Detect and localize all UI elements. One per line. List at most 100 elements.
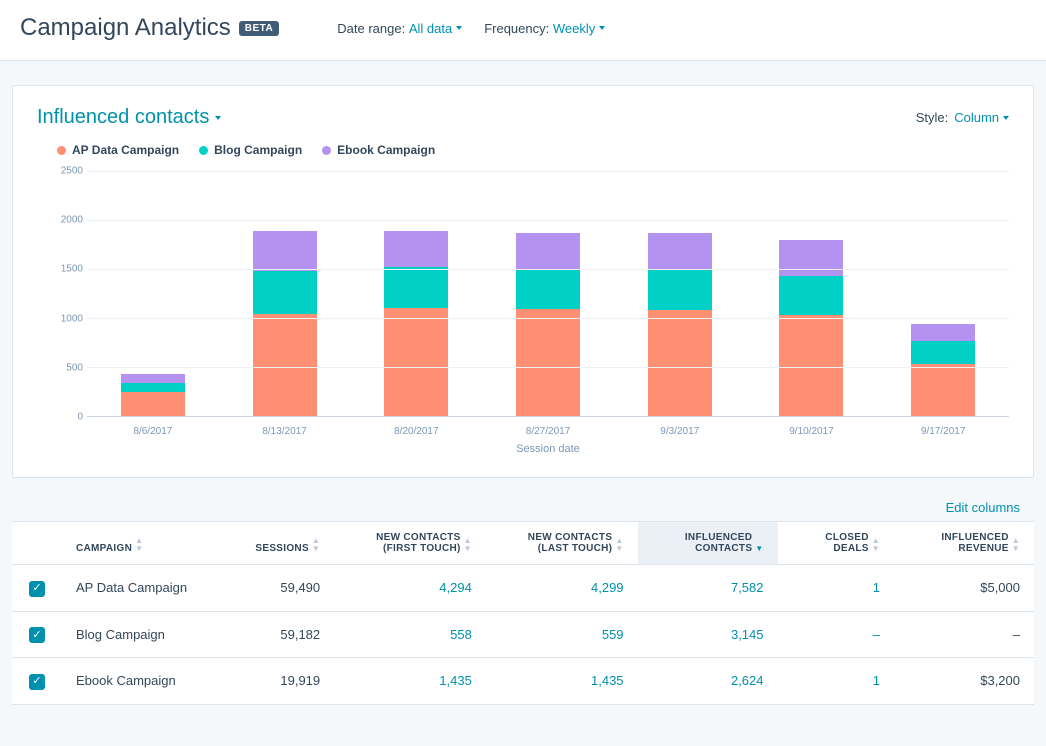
- frequency-control[interactable]: Frequency: Weekly: [484, 21, 605, 36]
- cell-new-contacts-last[interactable]: 4,299: [486, 565, 638, 612]
- date-range-control[interactable]: Date range: All data: [337, 21, 462, 36]
- table-row[interactable]: ✓Blog Campaign59,1825585593,145––: [12, 611, 1034, 658]
- cell-sessions: 59,490: [225, 565, 334, 612]
- bar-stack[interactable]: [121, 315, 185, 416]
- legend-item[interactable]: AP Data Campaign: [57, 143, 179, 157]
- row-checkbox-cell[interactable]: ✓: [12, 565, 62, 612]
- legend-item[interactable]: Ebook Campaign: [322, 143, 435, 157]
- bar-segment: [516, 269, 580, 310]
- date-range-label: Date range:: [337, 21, 405, 36]
- col-new-contacts-last[interactable]: NEW CONTACTS (LAST TOUCH)▲▼: [486, 522, 638, 565]
- cell-influenced-contacts[interactable]: 2,624: [638, 658, 778, 705]
- date-range-value[interactable]: All data: [409, 21, 462, 36]
- cell-campaign: Ebook Campaign: [62, 658, 225, 705]
- bar-segment: [253, 271, 317, 314]
- col-influenced-contacts[interactable]: INFLUENCED CONTACTS▼: [638, 522, 778, 565]
- bar-segment: [911, 324, 975, 341]
- bar-segment: [648, 233, 712, 269]
- table-row[interactable]: ✓AP Data Campaign59,4904,2944,2997,5821$…: [12, 565, 1034, 612]
- col-influenced-revenue[interactable]: INFLUENCED REVENUE▲▼: [894, 522, 1034, 565]
- cell-new-contacts-first[interactable]: 558: [334, 611, 486, 658]
- y-axis: 05001000150020002500: [47, 171, 87, 417]
- bar-segment: [779, 240, 843, 276]
- y-tick: 500: [47, 362, 87, 373]
- bar-segment: [911, 341, 975, 364]
- cell-new-contacts-last[interactable]: 559: [486, 611, 638, 658]
- cell-closed-deals[interactable]: –: [778, 611, 894, 658]
- edit-columns-link[interactable]: Edit columns: [946, 500, 1020, 515]
- bar-segment: [648, 269, 712, 310]
- chevron-down-icon: [1003, 116, 1009, 120]
- col-new-contacts-first[interactable]: NEW CONTACTS (FIRST TOUCH)▲▼: [334, 522, 486, 565]
- bar-segment: [779, 276, 843, 316]
- col-checkbox: [12, 522, 62, 565]
- row-checkbox-cell[interactable]: ✓: [12, 611, 62, 658]
- page-title-text: Campaign Analytics: [20, 14, 231, 42]
- page-header: Campaign Analytics BETA Date range: All …: [0, 0, 1046, 61]
- bar-segment: [779, 315, 843, 416]
- chart-title-dropdown[interactable]: Influenced contacts: [37, 106, 221, 129]
- checkbox-checked-icon[interactable]: ✓: [29, 674, 45, 690]
- cell-influenced-contacts[interactable]: 3,145: [638, 611, 778, 658]
- cell-new-contacts-first[interactable]: 1,435: [334, 658, 486, 705]
- x-tick: 8/13/2017: [219, 426, 351, 437]
- table-row[interactable]: ✓Ebook Campaign19,9191,4351,4352,6241$3,…: [12, 658, 1034, 705]
- checkbox-checked-icon[interactable]: ✓: [29, 627, 45, 643]
- sort-icon: ▲▼: [1012, 537, 1020, 553]
- cell-influenced-revenue: $3,200: [894, 658, 1034, 705]
- bar-stack[interactable]: [779, 208, 843, 416]
- col-campaign[interactable]: CAMPAIGN▲▼: [62, 522, 225, 565]
- x-tick: 9/3/2017: [614, 426, 746, 437]
- cell-closed-deals[interactable]: 1: [778, 658, 894, 705]
- bar-segment: [121, 392, 185, 416]
- grid-line: [87, 269, 1009, 270]
- bar-stack[interactable]: [911, 266, 975, 416]
- style-value[interactable]: Column: [954, 110, 1009, 125]
- sort-icon: ▲▼: [615, 537, 623, 553]
- x-tick: 8/27/2017: [482, 426, 614, 437]
- bar-slot: [482, 171, 614, 416]
- bar-segment: [384, 267, 448, 308]
- bar-stack[interactable]: [253, 203, 317, 416]
- header-controls: Date range: All data Frequency: Weekly: [337, 21, 605, 36]
- bar-segment: [121, 374, 185, 382]
- cell-influenced-revenue: $5,000: [894, 565, 1034, 612]
- bar-stack[interactable]: [648, 204, 712, 416]
- bar-segment: [911, 364, 975, 416]
- bar-stack[interactable]: [384, 203, 448, 416]
- legend-label: Blog Campaign: [214, 143, 302, 157]
- chart-title: Influenced contacts: [37, 106, 209, 129]
- bar-slot: [219, 171, 351, 416]
- grid-line: [87, 367, 1009, 368]
- grid-line: [87, 220, 1009, 221]
- y-tick: 2000: [47, 215, 87, 226]
- style-label: Style:: [916, 110, 949, 125]
- checkbox-checked-icon[interactable]: ✓: [29, 581, 45, 597]
- col-closed-deals[interactable]: CLOSED DEALS▲▼: [778, 522, 894, 565]
- chart-style-control[interactable]: Style: Column: [916, 110, 1009, 125]
- cell-campaign: Blog Campaign: [62, 611, 225, 658]
- bar-segment: [384, 231, 448, 267]
- cell-new-contacts-last[interactable]: 1,435: [486, 658, 638, 705]
- y-tick: 2500: [47, 166, 87, 177]
- cell-new-contacts-first[interactable]: 4,294: [334, 565, 486, 612]
- bar-segment: [253, 231, 317, 271]
- y-tick: 0: [47, 412, 87, 423]
- sort-icon: ▼: [755, 545, 763, 553]
- chart-legend: AP Data Campaign Blog Campaign Ebook Campa…: [57, 143, 1009, 157]
- x-tick: 9/10/2017: [746, 426, 878, 437]
- bar-segment: [516, 309, 580, 416]
- frequency-value[interactable]: Weekly: [553, 21, 605, 36]
- legend-label: Ebook Campaign: [337, 143, 435, 157]
- bar-slot: [614, 171, 746, 416]
- legend-item[interactable]: Blog Campaign: [199, 143, 302, 157]
- chevron-down-icon: [599, 26, 605, 30]
- sort-icon: ▲▼: [872, 537, 880, 553]
- bar-segment: [384, 308, 448, 416]
- row-checkbox-cell[interactable]: ✓: [12, 658, 62, 705]
- cell-closed-deals[interactable]: 1: [778, 565, 894, 612]
- col-sessions[interactable]: SESSIONS▲▼: [225, 522, 334, 565]
- bar-segment: [648, 310, 712, 416]
- cell-influenced-contacts[interactable]: 7,582: [638, 565, 778, 612]
- bar-stack[interactable]: [516, 204, 580, 416]
